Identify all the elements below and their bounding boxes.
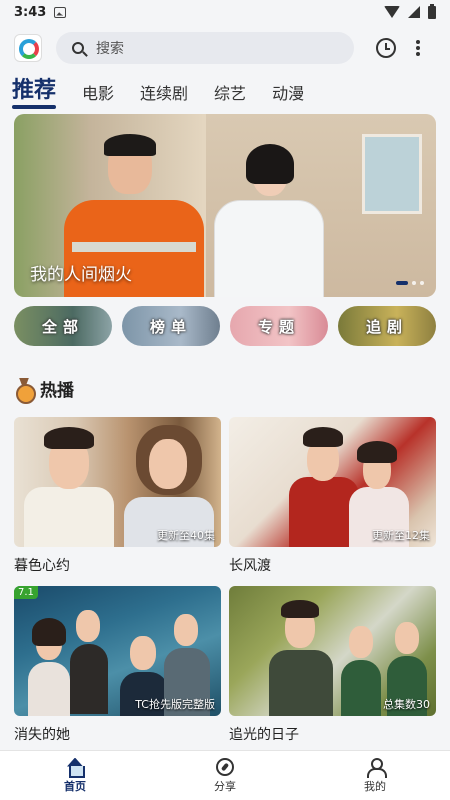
video-thumbnail: 7.1 TC抢先版完整版: [14, 586, 221, 716]
category-topic-button[interactable]: 专题: [230, 306, 328, 346]
category-all-button[interactable]: 全部: [14, 306, 112, 346]
rating-badge: 7.1: [14, 586, 38, 599]
video-card[interactable]: 更新至40集 暮色心约: [14, 417, 221, 575]
user-icon: [366, 757, 387, 778]
app-logo[interactable]: [14, 34, 42, 62]
pager-dot: [412, 281, 416, 285]
pager-dot-active: [396, 281, 408, 285]
quick-categories: 全部 榜单 专题 追剧: [14, 306, 436, 346]
bottom-navigation: 首页 分享 我的: [0, 750, 450, 800]
nav-share[interactable]: 分享: [150, 751, 300, 800]
episode-badge: 更新至40集: [157, 529, 215, 542]
nav-home[interactable]: 首页: [0, 751, 150, 800]
video-thumbnail: 更新至12集: [229, 417, 436, 547]
status-icons: [384, 3, 436, 19]
history-icon[interactable]: [376, 38, 396, 58]
hot-section-header: 热播: [14, 376, 74, 404]
nav-home-label: 首页: [64, 779, 86, 793]
nav-share-label: 分享: [214, 779, 236, 793]
hot-section-title: 热播: [40, 381, 74, 401]
video-card[interactable]: 更新至12集 长风渡: [229, 417, 436, 575]
nav-profile-label: 我的: [364, 779, 386, 793]
banner-pager: [396, 281, 424, 285]
featured-banner[interactable]: 我的人间烟火: [14, 114, 436, 297]
episode-badge: TC抢先版完整版: [135, 698, 215, 711]
video-thumbnail: 总集数30: [229, 586, 436, 716]
video-card[interactable]: 总集数30 追光的日子: [229, 586, 436, 744]
medal-icon: [14, 378, 36, 404]
nav-profile[interactable]: 我的: [300, 751, 450, 800]
search-icon: [72, 42, 84, 54]
signal-icon: [408, 6, 420, 18]
gallery-notification-icon: [54, 6, 67, 18]
banner-window: [362, 134, 422, 214]
video-thumbnail: 更新至40集: [14, 417, 221, 547]
episode-badge: 更新至12集: [372, 529, 430, 542]
pager-dot: [420, 281, 424, 285]
tab-variety[interactable]: 综艺: [214, 80, 246, 104]
search-bar[interactable]: 搜索: [56, 32, 354, 64]
category-tabs: 推荐 电影 连续剧 综艺 动漫: [12, 72, 304, 109]
video-title: 消失的她: [14, 727, 70, 743]
search-placeholder: 搜索: [96, 41, 124, 57]
more-options-icon[interactable]: [416, 40, 420, 56]
video-title: 长风渡: [229, 558, 271, 574]
top-bar: 搜索: [0, 30, 450, 66]
video-title: 追光的日子: [229, 727, 299, 743]
wifi-icon: [384, 6, 400, 18]
category-follow-button[interactable]: 追剧: [338, 306, 436, 346]
tab-movie[interactable]: 电影: [82, 80, 114, 104]
tab-series[interactable]: 连续剧: [140, 80, 188, 104]
battery-icon: [428, 3, 436, 19]
status-time: 3:43: [14, 4, 47, 20]
category-ranking-button[interactable]: 榜单: [122, 306, 220, 346]
tab-recommend[interactable]: 推荐: [12, 72, 57, 109]
compass-icon: [216, 757, 234, 776]
video-title: 暮色心约: [14, 558, 70, 574]
home-icon: [66, 758, 85, 778]
video-card[interactable]: 7.1 TC抢先版完整版 消失的她: [14, 586, 221, 744]
banner-caption: 我的人间烟火: [30, 265, 132, 285]
tab-anime[interactable]: 动漫: [272, 80, 304, 104]
logo-ring-icon: [19, 39, 39, 59]
banner-doctor-figure: [214, 144, 324, 297]
status-bar: 3:43: [0, 0, 450, 24]
episode-badge: 总集数30: [383, 698, 430, 711]
